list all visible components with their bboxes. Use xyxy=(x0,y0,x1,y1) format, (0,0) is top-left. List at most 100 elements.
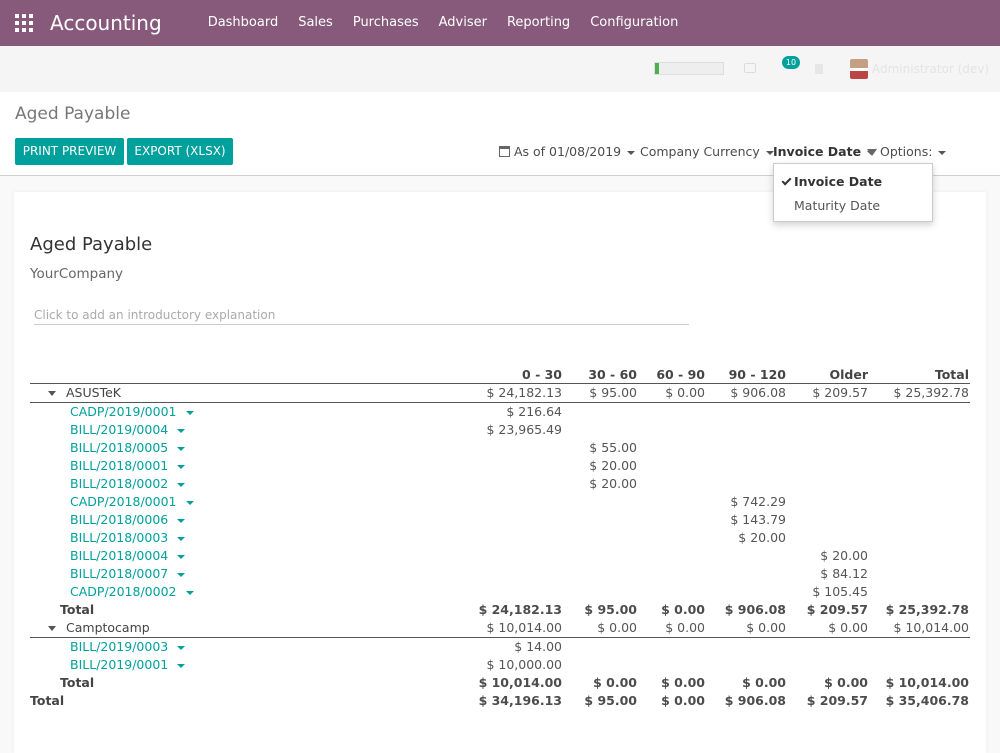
chevron-down-icon xyxy=(177,536,186,541)
menu-adviser[interactable]: Adviser xyxy=(429,0,497,46)
move-link[interactable]: CADP/2018/0001 xyxy=(70,493,194,511)
move-link[interactable]: BILL/2019/0003 xyxy=(70,638,186,656)
partner-amount: $ 25,392.78 xyxy=(893,385,969,400)
line-amount: $ 14.00 xyxy=(514,639,562,654)
move-link[interactable]: CADP/2019/0001 xyxy=(70,403,194,421)
table-row: BILL/2018/0001 $ 20.00 xyxy=(30,457,970,475)
main-menu: Dashboard Sales Purchases Adviser Report… xyxy=(198,0,689,46)
partner-amount: $ 0.00 xyxy=(828,620,868,635)
table-row: BILL/2019/0003 $ 14.00 xyxy=(30,638,970,656)
move-link[interactable]: BILL/2018/0006 xyxy=(70,511,186,529)
menu-dashboard[interactable]: Dashboard xyxy=(198,0,289,46)
table-row: BILL/2018/0005 $ 55.00 xyxy=(30,439,970,457)
move-link[interactable]: BILL/2018/0007 xyxy=(70,565,186,583)
report-company: YourCompany xyxy=(30,266,124,282)
currency-filter-label: Company Currency xyxy=(640,144,760,159)
currency-filter[interactable]: Company Currency xyxy=(640,144,774,159)
options-filter[interactable]: Options: xyxy=(867,144,947,159)
progress-fill xyxy=(655,63,660,74)
table-row: BILL/2018/0004 $ 20.00 xyxy=(30,547,970,565)
move-link[interactable]: BILL/2019/0001 xyxy=(70,656,186,674)
table-row: CADP/2019/0001 $ 216.64 xyxy=(30,403,970,421)
aged-payable-table: 0 - 30 30 - 60 60 - 90 90 - 120 Older Total AS… xyxy=(30,366,970,710)
move-link[interactable]: BILL/2018/0005 xyxy=(70,439,186,457)
menu-configuration[interactable]: Configuration xyxy=(580,0,688,46)
total-amount: $ 209.57 xyxy=(806,602,868,617)
line-amount: $ 742.29 xyxy=(730,494,786,509)
date-type-filter[interactable]: Invoice Date xyxy=(773,144,876,159)
chevron-down-icon xyxy=(177,663,186,668)
notification-badge[interactable]: 10 xyxy=(782,56,800,69)
partner-amount: $ 0.00 xyxy=(665,385,705,400)
grand-total-amount: $ 906.08 xyxy=(724,693,786,708)
move-reference: BILL/2018/0006 xyxy=(70,512,169,527)
caret-down-icon[interactable] xyxy=(48,391,56,396)
move-link[interactable]: BILL/2018/0001 xyxy=(70,457,186,475)
grand-total-amount: $ 0.00 xyxy=(661,693,705,708)
move-link[interactable]: BILL/2018/0004 xyxy=(70,547,186,565)
move-link[interactable]: BILL/2019/0004 xyxy=(70,421,186,439)
move-reference: BILL/2019/0004 xyxy=(70,422,169,437)
move-reference: BILL/2018/0002 xyxy=(70,476,169,491)
partner-amount: $ 10,014.00 xyxy=(893,620,969,635)
chevron-down-icon xyxy=(177,572,186,577)
partner-row: Camptocamp $ 10,014.00 $ 0.00 $ 0.00 $ 0.00 $… xyxy=(30,619,970,638)
menu-sales[interactable]: Sales xyxy=(288,0,343,46)
date-filter[interactable]: As of 01/08/2019 xyxy=(499,144,636,159)
page-title: Aged Payable xyxy=(15,104,131,124)
dropdown-item-invoice-date[interactable]: Invoice Date xyxy=(774,174,934,189)
total-amount: $ 25,392.78 xyxy=(885,602,969,617)
chevron-down-icon xyxy=(938,150,947,155)
caret-down-icon[interactable] xyxy=(48,626,56,631)
activity-icon[interactable] xyxy=(815,64,823,74)
grand-total-amount: $ 95.00 xyxy=(584,693,637,708)
table-row: CADP/2018/0002 $ 105.45 xyxy=(30,583,970,601)
line-amount: $ 143.79 xyxy=(730,512,786,527)
line-amount: $ 105.45 xyxy=(812,584,868,599)
move-reference: CADP/2019/0001 xyxy=(70,404,177,419)
line-amount: $ 20.00 xyxy=(589,476,637,491)
partner-name[interactable]: ASUSTeK xyxy=(66,384,121,402)
column-header: 0 - 30 xyxy=(522,367,562,382)
grand-total-amount: $ 35,406.78 xyxy=(885,693,969,708)
line-amount: $ 20.00 xyxy=(589,458,637,473)
partner-name[interactable]: Camptocamp xyxy=(66,619,150,637)
print-preview-button[interactable]: PRINT PREVIEW xyxy=(15,138,124,165)
menu-purchases[interactable]: Purchases xyxy=(343,0,429,46)
intro-explanation-field[interactable]: Click to add an introductory explanation xyxy=(34,308,689,325)
move-reference: BILL/2018/0004 xyxy=(70,548,169,563)
total-label: Total xyxy=(60,602,95,617)
date-filter-label: As of 01/08/2019 xyxy=(514,144,622,159)
export-xlsx-button[interactable]: EXPORT (XLSX) xyxy=(127,138,233,165)
partner-amount: $ 24,182.13 xyxy=(486,385,562,400)
total-label: Total xyxy=(60,675,95,690)
total-amount: $ 906.08 xyxy=(724,602,786,617)
table-row: CADP/2018/0001 $ 742.29 xyxy=(30,493,970,511)
move-reference: BILL/2018/0003 xyxy=(70,530,169,545)
move-reference: BILL/2018/0005 xyxy=(70,440,169,455)
table-header: 0 - 30 30 - 60 60 - 90 90 - 120 Older Total xyxy=(30,366,970,384)
move-link[interactable]: BILL/2018/0003 xyxy=(70,529,186,547)
menu-reporting[interactable]: Reporting xyxy=(497,0,580,46)
grand-total-label: Total xyxy=(30,693,65,708)
total-amount: $ 10,014.00 xyxy=(478,675,562,690)
avatar[interactable] xyxy=(850,59,868,79)
table-row: BILL/2018/0006 $ 143.79 xyxy=(30,511,970,529)
move-link[interactable]: BILL/2018/0002 xyxy=(70,475,186,493)
apps-menu-icon[interactable] xyxy=(15,14,33,32)
onboarding-progress-bar[interactable] xyxy=(654,62,724,75)
move-link[interactable]: CADP/2018/0002 xyxy=(70,583,194,601)
total-amount: $ 0.00 xyxy=(661,675,705,690)
chat-icon[interactable] xyxy=(744,63,756,73)
partner-amount: $ 209.57 xyxy=(812,385,868,400)
total-amount: $ 0.00 xyxy=(824,675,868,690)
column-header: Total xyxy=(934,367,969,382)
dropdown-item-maturity-date[interactable]: Maturity Date xyxy=(774,198,934,213)
table-row: BILL/2018/0007 $ 84.12 xyxy=(30,565,970,583)
line-amount: $ 20.00 xyxy=(738,530,786,545)
total-amount: $ 10,014.00 xyxy=(885,675,969,690)
user-name[interactable]: Administrator (dev) xyxy=(872,62,989,76)
partner-amount: $ 95.00 xyxy=(589,385,637,400)
table-row: BILL/2018/0003 $ 20.00 xyxy=(30,529,970,547)
line-amount: $ 216.64 xyxy=(506,404,562,419)
